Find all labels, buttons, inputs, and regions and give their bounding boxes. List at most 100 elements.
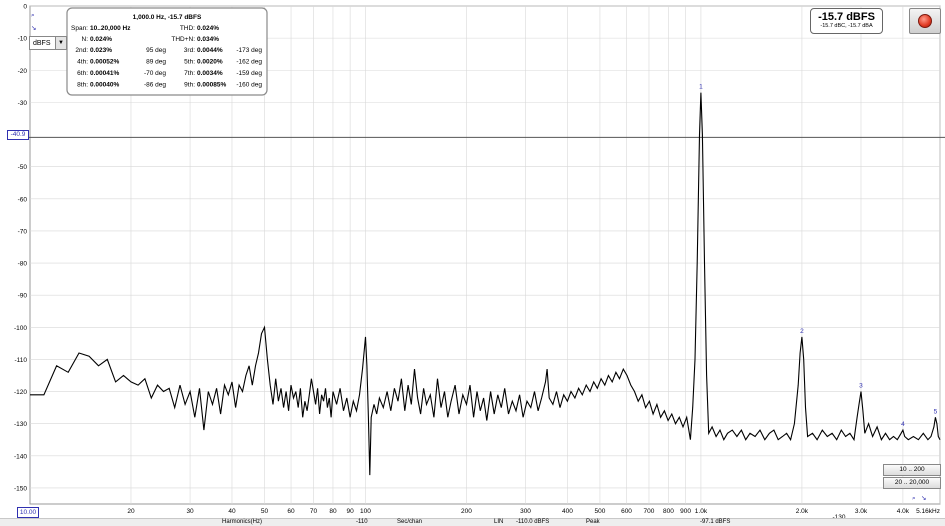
status-peak-db: -97.1 dBFS [700,519,731,525]
spectrum-trace [30,92,941,476]
harmonic-stat-cell: 9th: [184,82,195,89]
panel-title: 1,000.0 Hz, -15.7 dBFS [133,14,202,21]
x-tick-label: 90 [346,508,354,515]
x-tick-label: 4.0k [897,508,910,515]
x-tick-label: 40 [228,508,236,515]
harmonic-stat-cell: 95 deg [146,47,166,54]
unit-dropdown[interactable]: dBFS ▼ [29,36,67,50]
x-tick-label: 300 [520,508,531,515]
x-zoom-in-icon[interactable]: ⌕ [912,495,916,502]
status-lin[interactable]: LIN [494,519,503,525]
x-tick-label: 30 [186,508,194,515]
harmonic-marker-label: 5 [934,408,938,415]
chevron-down-icon[interactable]: ▼ [55,37,66,49]
y-tick-label: -100 [14,325,27,332]
harmonic-stat-cell: -70 deg [144,70,166,77]
y-tick-label: -120 [14,389,27,396]
harmonic-stat-cell: 0.00085% [197,82,226,89]
harmonic-stat-cell: 4th: [77,59,88,66]
y-tick-label: -10 [18,36,28,43]
harmonic-stat-cell: 89 deg [146,59,166,66]
range-20-20000-button[interactable]: 20 .. 20,000 [883,477,941,489]
status-secchan[interactable]: Sec/chan [397,519,422,525]
x-tick-label: 200 [461,508,472,515]
x-tick-label: 700 [644,508,655,515]
harmonic-stat-cell: -160 deg [236,82,262,89]
noise-value: 0.024% [90,36,112,43]
y-tick-label: -150 [14,485,27,492]
status-harmonics: Harmonics(Hz) [222,519,263,525]
harmonic-stat-cell: -86 deg [144,82,166,89]
y-tick-label: 0 [23,4,27,11]
thdn-label: THD+N: [171,36,195,43]
unit-value: dBFS [33,39,51,47]
x-tick-label: 2.0k [796,508,809,515]
x-tick-label: 3.0k [855,508,868,515]
x-tick-label: 20 [127,508,135,515]
harmonic-stat-cell: 6th: [77,70,88,77]
stats-panel: 1,000.0 Hz, -15.7 dBFS Span: 10..20,000 … [66,7,268,96]
zoom-in-icon[interactable]: ⌕ [31,12,35,19]
y-tick-label: -90 [18,293,28,300]
x-tick-label: 5.16kHz [916,508,940,515]
status-db: -110.0 dBFS [516,519,550,525]
harmonic-marker-label: 1 [699,84,703,91]
x-tick-label: 600 [621,508,632,515]
y-tick-label: -130 [14,421,27,428]
y-tick-label: -50 [18,164,28,171]
harmonic-markers: 1 2 3 4 5 [699,84,937,428]
x-tick-label: 800 [663,508,674,515]
x-tick-label: 60 [287,508,295,515]
record-icon [918,14,932,28]
y-tick-label: -60 [18,196,28,203]
harmonic-marker-label: 2 [800,328,804,335]
harmonic-stat-cell: 0.0044% [197,47,223,54]
harmonic-stat-cell: 8th: [77,82,88,89]
status-level: -110 [356,519,368,525]
y-tick-label: -140 [14,453,27,460]
y-tick-label: -80 [18,261,28,268]
thd-value: 0.024% [197,25,219,32]
harmonic-marker-label: 4 [901,421,905,428]
x-tick-label: 70 [310,508,318,515]
harmonic-stat-cell: 0.023% [90,47,112,54]
harmonic-stat-cell: 7th: [184,70,195,77]
harmonic-stat-cell: 0.00052% [90,59,119,66]
record-button[interactable] [909,8,941,34]
level-readout: -15.7 dBFS -15.7 dBC, -15.7 dBA [810,8,883,34]
x-tick-label: 900 [680,508,691,515]
harmonic-stat-cell: 0.0020% [197,59,223,66]
y-tick-label: -30 [18,100,28,107]
harmonic-stat-cell: 0.00041% [90,70,119,77]
spectrum-chart[interactable]: 20 30 40 50 60 70 80 90 100 200 300 400 500 600 700 800… [0,0,945,525]
span-label: Span: [71,25,88,32]
zoom-out-icon[interactable]: ↘ [31,25,36,32]
level-main: -15.7 dBFS [818,11,875,23]
x-tick-label: 500 [595,508,606,515]
harmonic-stat-cell: -173 deg [236,47,262,54]
harmonic-marker-label: 3 [859,383,863,390]
harmonic-stat-cell: 3rd: [184,47,195,54]
x-tick-label: 1.0k [695,508,708,515]
level-weighted: -15.7 dBC, -15.7 dBA [820,23,873,29]
x-zoom-out-icon[interactable]: ↘ [921,495,926,502]
noise-label: N: [82,36,89,43]
x-min-input[interactable]: 10.00 [17,507,39,518]
x-tick-label: 80 [329,508,337,515]
y-tick-label: -70 [18,228,28,235]
y-tick-label: -20 [18,68,28,75]
x-tick-label: 50 [261,508,269,515]
range-10-200-button[interactable]: 10 .. 200 [883,464,941,476]
x-tick-label: 100 [360,508,371,515]
cursor-level-readout[interactable]: -40.9 [7,130,29,140]
x-tick-label: 400 [562,508,573,515]
harmonic-stat-cell: 2nd: [75,47,88,54]
status-peak[interactable]: Peak [586,519,600,525]
thdn-value: 0.034% [197,36,219,43]
harmonic-stat-cell: 0.0034% [197,70,223,77]
harmonic-stat-cell: -159 deg [236,70,262,77]
harmonic-stat-cell: -162 deg [236,59,262,66]
thd-label: THD: [180,25,195,32]
y-tick-label: -110 [14,357,27,364]
harmonic-stat-cell: 0.00040% [90,82,119,89]
